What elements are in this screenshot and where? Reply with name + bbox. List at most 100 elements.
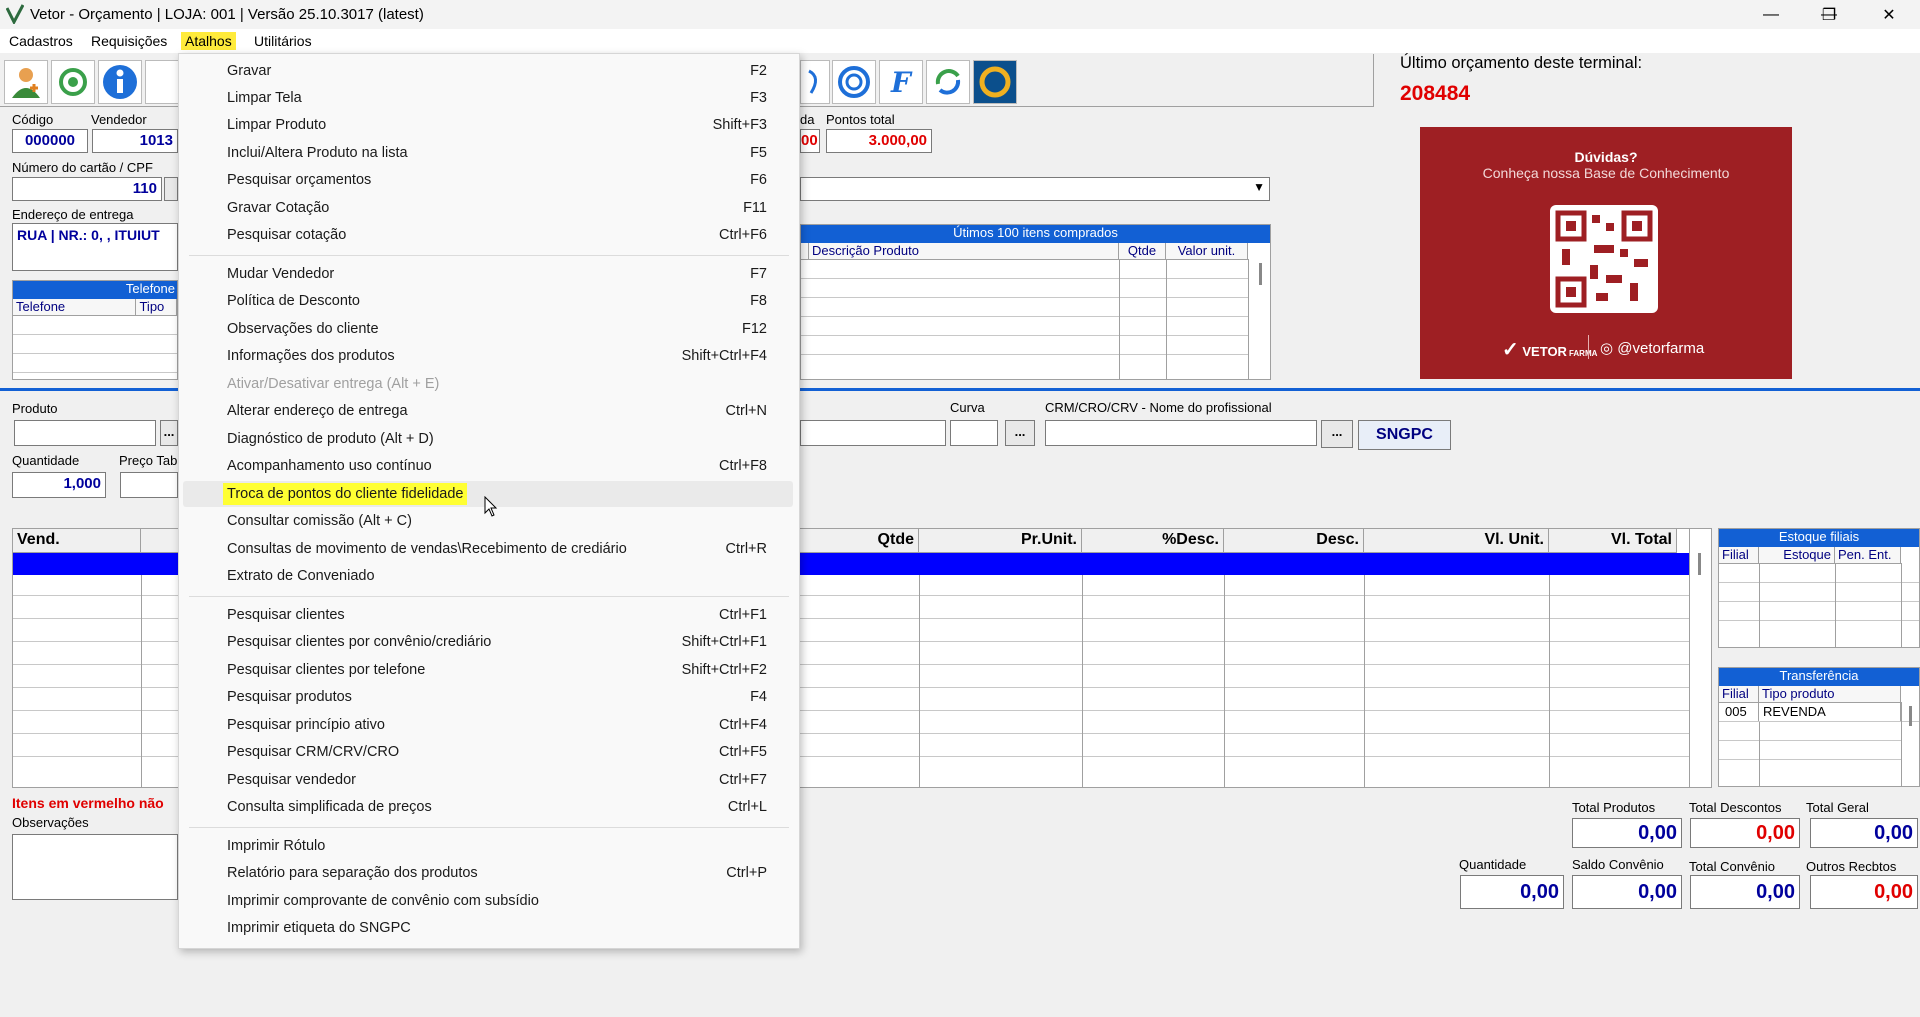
items-scrollbar[interactable] xyxy=(1698,553,1701,575)
transferencia-scrollbar[interactable] xyxy=(1909,706,1912,726)
transferencia-grid: Transferência Filial Tipo produto 005 RE… xyxy=(1718,667,1920,787)
menu-item-imprimir-comprovante[interactable]: Imprimir comprovante de convênio com sub… xyxy=(183,888,793,914)
banner-title: Dúvidas? xyxy=(1574,149,1638,165)
total-descontos-field: 0,00 xyxy=(1690,818,1800,848)
codigo-label: Código xyxy=(12,112,54,127)
fidelity-f-icon[interactable]: F xyxy=(879,60,923,104)
ring-icon[interactable] xyxy=(973,60,1017,104)
menu-item-imprimir-rotulo[interactable]: Imprimir Rótulo xyxy=(183,833,793,859)
knowledge-base-banner[interactable]: Dúvidas? Conheça nossa Base de Conhecime… xyxy=(1420,127,1792,379)
menu-item-pesquisar-clientes-convenio[interactable]: Pesquisar clientes por convênio/crediári… xyxy=(183,629,793,655)
menu-item-pesquisar-vendedor[interactable]: Pesquisar vendedor Ctrl+F7 xyxy=(183,767,793,793)
crm-label: CRM/CRO/CRV - Nome do profissional xyxy=(1045,400,1272,415)
menu-item-pesquisar-orcamentos[interactable]: Pesquisar orçamentos F6 xyxy=(183,167,793,193)
menu-cadastros[interactable]: Cadastros xyxy=(5,32,77,50)
produto-search-button[interactable]: ... xyxy=(160,420,178,446)
pontos-total-label: Pontos total xyxy=(826,112,895,127)
curva-search-button[interactable]: ... xyxy=(1005,420,1035,446)
menu-atalhos[interactable]: Atalhos xyxy=(181,32,236,50)
menu-item-relatorio-separacao[interactable]: Relatório para separação dos produtos Ctr… xyxy=(183,860,793,886)
menu-item-observacoes-cliente[interactable]: Observações do cliente F12 xyxy=(183,316,793,342)
telefone-grid-title: Telefone xyxy=(13,281,177,299)
cartao-label: Número do cartão / CPF xyxy=(12,160,153,175)
produto-field[interactable] xyxy=(14,420,156,446)
client-icon[interactable] xyxy=(4,60,48,104)
vl-unit-col-header: Vl. Unit. xyxy=(1364,529,1549,553)
menu-utilitarios[interactable]: Utilitários xyxy=(250,32,316,50)
produto-desc-field[interactable] xyxy=(800,420,946,446)
menu-item-consultas-movimento[interactable]: Consultas de movimento de vendas\Recebim… xyxy=(183,536,793,562)
menu-item-limpar-tela[interactable]: Limpar Tela F3 xyxy=(183,85,793,111)
total-produtos-field: 0,00 xyxy=(1572,818,1682,848)
estoque-col-header: Estoque xyxy=(1759,547,1835,564)
pontos-total-field: 3.000,00 xyxy=(826,129,932,153)
close-button[interactable]: ✕ xyxy=(1866,0,1912,29)
menu-item-extrato-conveniado[interactable]: Extrato de Conveniado xyxy=(183,563,793,589)
menu-item-pesquisar-clientes-telefone[interactable]: Pesquisar clientes por telefone Shift+Ctr… xyxy=(183,657,793,683)
menu-item-politica-desconto[interactable]: Política de Desconto F8 xyxy=(183,288,793,314)
menu-item-imprimir-etiqueta-sngpc[interactable]: Imprimir etiqueta do SNGPC xyxy=(183,915,793,941)
tipo-col-header: Tipo xyxy=(136,299,177,316)
menu-item-diagnostico-produto[interactable]: Diagnóstico de produto (Alt + D) xyxy=(183,426,793,452)
sync-icon[interactable] xyxy=(51,60,95,104)
menu-item-informacoes-produtos[interactable]: Informações dos produtos Shift+Ctrl+F4 xyxy=(183,343,793,369)
menu-item-pesquisar-produtos[interactable]: Pesquisar produtos F4 xyxy=(183,684,793,710)
menu-item-mudar-vendedor[interactable]: Mudar Vendedor F7 xyxy=(183,261,793,287)
menu-item-consulta-precos[interactable]: Consulta simplificada de preços Ctrl+L xyxy=(183,794,793,820)
desc-pct-col-header: %Desc. xyxy=(1082,529,1224,553)
crm-search-button[interactable]: ... xyxy=(1321,420,1353,448)
quantidade-total-label: Quantidade xyxy=(1459,857,1527,872)
banner-subtitle: Conheça nossa Base de Conhecimento xyxy=(1482,165,1730,181)
observacoes-label: Observações xyxy=(12,815,89,830)
instagram-handle: ◎ @vetorfarma xyxy=(1600,340,1705,357)
filial-col-header: Filial xyxy=(1719,686,1759,703)
total-descontos-label: Total Descontos xyxy=(1689,800,1782,815)
preco-tab-field[interactable] xyxy=(120,472,178,498)
codigo-field[interactable]: 000000 xyxy=(12,129,88,153)
sngpc-button[interactable]: SNGPC xyxy=(1358,420,1451,450)
maximize-button[interactable]: ❐ xyxy=(1806,0,1852,29)
info-icon[interactable] xyxy=(98,60,142,104)
menu-item-inclui-altera-produto[interactable]: Inclui/Altera Produto na lista F5 xyxy=(183,140,793,166)
crm-field[interactable] xyxy=(1045,420,1317,446)
cartao-search-button[interactable] xyxy=(164,177,178,201)
window-title: Vetor - Orçamento | LOJA: 001 | Versão 2… xyxy=(30,6,424,23)
menu-item-gravar[interactable]: Gravar F2 xyxy=(183,58,793,84)
tipo-dropdown[interactable]: ▼ xyxy=(800,177,1270,201)
curva-field[interactable] xyxy=(950,420,998,446)
vetor-logo-icon xyxy=(6,4,24,24)
vendedor-label: Vendedor xyxy=(91,112,147,127)
menu-item-gravar-cotacao[interactable]: Gravar Cotação F11 xyxy=(183,195,793,221)
menu-requisicoes[interactable]: Requisições xyxy=(87,32,171,50)
minimize-button[interactable]: — xyxy=(1748,0,1794,29)
quantidade-field[interactable]: 1,000 xyxy=(12,472,106,498)
telefone-grid: Telefone Telefone Tipo xyxy=(12,280,178,380)
menu-item-ativar-entrega: Ativar/Desativar entrega (Alt + E) xyxy=(227,376,440,392)
table-row[interactable]: 005 REVENDA xyxy=(1719,703,1919,722)
menu-item-pesquisar-crm[interactable]: Pesquisar CRM/CRV/CRO Ctrl+F5 xyxy=(183,739,793,765)
ultimo-orcamento-label: Último orçamento deste terminal: xyxy=(1400,54,1643,72)
pr-unit-col-header: Pr.Unit. xyxy=(919,529,1082,553)
endereco-field[interactable]: RUA | NR.: 0, , ITUIUT xyxy=(12,223,178,271)
total-convenio-field: 0,00 xyxy=(1690,875,1800,909)
refresh-icon[interactable] xyxy=(926,60,970,104)
total-geral-field: 0,00 xyxy=(1810,818,1918,848)
spiral-icon[interactable] xyxy=(832,60,876,104)
menu-item-pesquisar-clientes[interactable]: Pesquisar clientes Ctrl+F1 xyxy=(183,602,793,628)
cartao-field[interactable]: 110 xyxy=(12,177,162,201)
outros-recbtos-label: Outros Recbtos xyxy=(1806,859,1897,874)
qr-code-icon xyxy=(1550,205,1658,313)
menu-item-limpar-produto[interactable]: Limpar Produto Shift+F3 xyxy=(183,112,793,138)
observacoes-field[interactable] xyxy=(12,834,178,900)
menu-bar: Cadastros Requisições Atalhos Utilitário… xyxy=(0,29,1920,53)
pharma-icon[interactable] xyxy=(800,60,830,104)
menu-item-acompanhamento-uso[interactable]: Acompanhamento uso contínuo Ctrl+F8 xyxy=(183,453,793,479)
scrollbar[interactable] xyxy=(1259,263,1262,285)
menu-item-pesquisar-principio-ativo[interactable]: Pesquisar princípio ativo Ctrl+F4 xyxy=(183,712,793,738)
vendedor-field[interactable]: 1013 xyxy=(92,129,178,153)
menu-item-alterar-endereco[interactable]: Alterar endereço de entrega Ctrl+N xyxy=(183,398,793,424)
menu-item-pesquisar-cotacao[interactable]: Pesquisar cotação Ctrl+F6 xyxy=(183,222,793,248)
total-produtos-label: Total Produtos xyxy=(1572,800,1656,815)
valor-unit-col-header: Valor unit. xyxy=(1166,243,1248,260)
document-icon[interactable] xyxy=(145,60,179,104)
